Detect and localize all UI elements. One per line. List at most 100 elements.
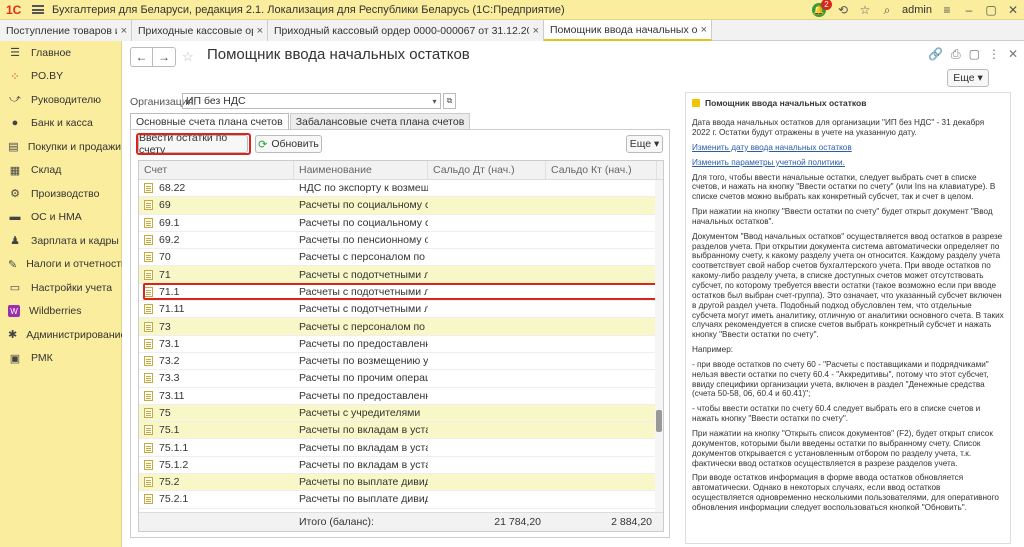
table-row[interactable]: 69 Расчеты по социальному стра... [139,197,663,215]
table-row[interactable]: 71.11 Расчеты с подотчетными лица... [139,301,663,319]
table-row[interactable]: 70 Расчеты с персоналом по опл... [139,249,663,267]
search-icon[interactable]: ⌕ [880,3,894,17]
more-vertical-icon[interactable]: ⋮ [988,47,1000,62]
help-panel: Помощник ввода начальных остатков Дата в… [685,92,1011,544]
column-header[interactable]: Сальдо Дт (нач.) [428,161,546,179]
forward-arrow-icon[interactable]: → [153,48,175,66]
table-row[interactable]: 73.2 Расчеты по возмещению ущерба [139,353,663,371]
scrollbar[interactable] [655,180,663,513]
table-row[interactable]: 75 Расчеты с учредителями [139,404,663,423]
column-header[interactable]: Счет [139,161,294,179]
table-row[interactable]: 73 Расчеты с персоналом по про... [139,318,663,336]
window-icon[interactable]: ▢ [969,47,980,62]
sidebar-item-warehouse[interactable]: ▦ Склад [0,159,121,183]
account-code: 73 [159,320,171,333]
scroll-thumb[interactable] [656,410,662,432]
main-menu-icon[interactable] [32,5,44,14]
table-row[interactable]: 75.1 Расчеты по вкладам в устав... [139,422,663,440]
menu-lines-icon[interactable]: ≡ [940,3,954,17]
sidebar-item-purchases[interactable]: ▤ Покупки и продажи [0,135,121,159]
account-cell: 75 [139,405,294,421]
table-row[interactable]: 71 Расчеты с подотчетными лица... [139,266,663,284]
sidebar-item-wildberries[interactable]: W Wildberries [0,300,121,324]
history-icon[interactable]: ⟲ [836,3,850,17]
table-row[interactable]: 73.1 Расчеты по предоставленным... [139,336,663,353]
account-icon [144,390,153,401]
main-area: ← → ☆ Помощник ввода начальных остатков … [122,41,1024,547]
open-tab[interactable]: Приходные кассовые ордера × [132,20,268,41]
sidebar-item-admin[interactable]: ✱ Администрирование [0,323,126,347]
nav-buttons: ← → [130,47,176,67]
close-window-icon[interactable]: ✕ [1008,47,1018,62]
account-icon [144,321,153,332]
open-icon[interactable]: ⧉ [443,93,456,109]
maximize-icon[interactable]: ▢ [984,3,998,17]
close-tab-icon[interactable]: × [121,25,127,37]
table-row[interactable]: 75.1.1 Расчеты по вкладам в устав... [139,439,663,457]
account-code: 71.11 [159,303,185,316]
sidebar-item-label: Wildberries [29,305,82,318]
sidebar-item-settings[interactable]: ▭ Настройки учета [0,276,121,300]
sidebar-item-rmk[interactable]: ▣ РМК [0,347,121,371]
table-row[interactable]: 75.1.2 Расчеты по вкладам в устав... [139,457,663,475]
user-name[interactable]: admin [902,4,932,16]
close-tab-icon[interactable]: × [701,24,707,36]
column-header[interactable]: Сальдо Кт (нач.) [546,161,657,179]
sections-sidebar: ☰ Главное ⁘ PO.BY ⤻ Руководителю ● Банк и ка… [0,41,126,547]
account-code: 68.22 [159,182,186,195]
minimize-icon[interactable]: – [962,3,976,17]
table-header: Счет Наименование Сальдо Дт (нач.) Сальд… [139,161,663,180]
sidebar-item-main[interactable]: ☰ Главное [0,41,121,65]
table-row[interactable]: 68.22 НДС по экспорту к возмещению [139,180,663,198]
sidebar-item-taxes[interactable]: ✎ Налоги и отчетность [0,253,126,277]
favorite-star-icon[interactable]: ☆ [182,49,194,65]
open-tab-active[interactable]: Помощник ввода начальных остатков × [544,20,712,41]
table-row[interactable]: 69.1 Расчеты по социальному стра... [139,215,663,232]
column-header[interactable]: Наименование [294,161,428,179]
account-cell: 71.11 [139,301,294,317]
table-more-button[interactable]: Еще ▾ [626,135,663,153]
refresh-button[interactable]: ⟳ Обновить [255,135,322,153]
sidebar-item-bank[interactable]: ● Банк и касса [0,112,121,136]
table-row[interactable]: 75.2.1 Расчеты по выплате дивиденд... [139,491,663,509]
sidebar-item-salary[interactable]: ♟ Зарплата и кадры [0,229,121,253]
table-row[interactable]: 69.2 Расчеты по пенсионному обес... [139,232,663,250]
table-row[interactable]: 73.11 Расчеты по предоставленным... [139,388,663,405]
close-tab-icon[interactable]: × [257,25,263,37]
tab-main-accounts[interactable]: Основные счета плана счетов [130,113,289,129]
page-more-button[interactable]: Еще ▾ [947,69,989,87]
open-tab-label: Приходные кассовые ордера [138,24,253,37]
open-tab-label: Приходный кассовый ордер 0000-000067 от … [274,24,529,37]
sidebar-item-production[interactable]: ⚙ Производство [0,182,121,206]
account-name: Расчеты с подотчетными лица... [299,268,428,281]
sidebar-item-assets[interactable]: ▬ ОС и НМА [0,206,121,230]
open-windows-bar: Поступление товаров и услуг × Приходные к… [0,20,1024,41]
table-row[interactable]: 73.3 Расчеты по прочим операциям [139,370,663,388]
sidebar-item-manager[interactable]: ⤻ Руководителю [0,88,121,112]
debit-cell [428,336,546,352]
organization-field[interactable]: ИП без НДС [182,93,441,109]
title-bar: 1С Бухгалтерия для Беларуси, редакция 2.… [0,0,1024,20]
link-icon[interactable]: 🔗 [928,47,943,62]
change-policy-link[interactable]: Изменить параметры учетной политики. [692,158,1004,168]
app-logo: 1С [6,2,22,17]
notifications-button[interactable]: 🔔 2 [812,0,833,18]
tab-offbalance-accounts[interactable]: Забалансовые счета плана счетов [289,113,471,129]
back-arrow-icon[interactable]: ← [131,48,153,66]
close-icon[interactable]: ✕ [1006,3,1020,17]
open-tab[interactable]: Приходный кассовый ордер 0000-000067 от … [268,20,544,41]
help-text: Для того, чтобы ввести начальные остатки… [692,172,996,202]
open-tab[interactable]: Поступление товаров и услуг × [0,20,132,41]
favorites-icon[interactable]: ☆ [858,3,872,17]
account-icon [144,338,153,349]
close-tab-icon[interactable]: × [533,25,539,37]
dropdown-icon[interactable]: ▾ [428,93,441,109]
sidebar-item-poby[interactable]: ⁘ PO.BY [0,65,121,89]
change-date-link[interactable]: Изменить дату ввода начальных остатков [692,143,1004,153]
credit-cell [546,457,657,473]
account-code: 71 [159,268,171,281]
account-cell: 68.22 [139,180,294,196]
table-row[interactable]: 75.2 Расчеты по выплате дивиденд... [139,474,663,492]
print-icon[interactable]: ⎙ [951,47,961,62]
footer-spacer [139,513,294,531]
